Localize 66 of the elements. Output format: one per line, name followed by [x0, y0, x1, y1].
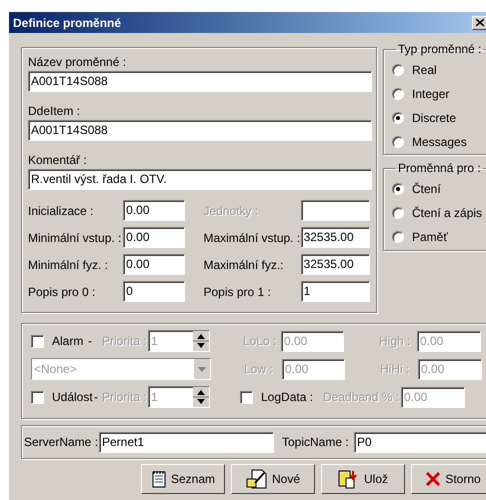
field-label: LoLo :: [243, 333, 278, 350]
radio-label: Messages: [412, 134, 467, 151]
radio-label: Real: [412, 62, 437, 79]
window-title: Definice proměnné: [13, 14, 122, 32]
checkbox[interactable]: [31, 334, 44, 348]
dash-text: -: [88, 333, 93, 350]
text-field[interactable]: 32535.00: [300, 227, 370, 248]
toolbar-button[interactable]: Seznam: [141, 464, 225, 494]
text-field[interactable]: A001T14S088: [28, 71, 372, 92]
radio-label: Čtení: [412, 181, 441, 198]
text-field[interactable]: 0.00: [123, 200, 185, 221]
radio-label: Čtení a zápis: [412, 205, 482, 222]
field-label: Popis pro 1 :: [203, 284, 272, 300]
radio-label: Discrete: [412, 110, 456, 127]
radio-label: Integer: [412, 86, 450, 103]
field-label: Minimální fyz. :: [28, 256, 110, 274]
field-label: DdeItem :: [28, 103, 82, 120]
toolbar-button[interactable]: Nové: [231, 464, 315, 494]
radio-button[interactable]: [392, 183, 404, 195]
field-label: High :: [379, 333, 412, 350]
field-label: Minimální vstup. :: [28, 230, 122, 246]
field-label: ServerName :: [24, 434, 99, 451]
radio-button[interactable]: [392, 136, 404, 148]
field-label: Maximální fyz.:: [203, 256, 284, 274]
field-label: Popis pro 0 :: [28, 284, 96, 300]
toolbar-button[interactable]: Ulož: [321, 464, 405, 494]
field-label: Komentář :: [28, 152, 88, 169]
checkbox[interactable]: [240, 390, 253, 404]
text-field[interactable]: Pernet1: [99, 432, 274, 452]
text-field[interactable]: 0.00: [123, 254, 185, 275]
document-pen-icon: [246, 469, 268, 489]
field-label: Název proměnné :: [28, 54, 128, 71]
group-title: Typ proměnné :: [397, 41, 482, 58]
field-label: TopicName :: [282, 434, 350, 451]
radio-button[interactable]: [392, 231, 404, 243]
text-field[interactable]: 32535.00: [300, 254, 370, 275]
radio-button[interactable]: [392, 112, 404, 124]
radio-label: Paměť: [412, 229, 448, 246]
text-field[interactable]: R.ventil výst. řada I. OTV.: [28, 169, 372, 190]
text-field[interactable]: 1: [300, 281, 370, 302]
field-label: Jednotky :: [203, 202, 260, 220]
field-label: Maximální vstup. :: [203, 230, 301, 246]
x-icon: [425, 471, 442, 487]
field-label: Inicializace :: [28, 202, 94, 220]
group-title: Proměnná pro :: [397, 160, 482, 177]
radio-button[interactable]: [392, 207, 404, 219]
checkbox-label: LogData :: [261, 389, 314, 406]
text-field[interactable]: P0: [354, 432, 486, 452]
close-icon: [476, 19, 484, 26]
field-label: Priorita :: [102, 333, 148, 350]
radio-button[interactable]: [392, 88, 404, 100]
dash-text: -: [94, 389, 99, 406]
notepad-icon: [150, 470, 167, 488]
text-field[interactable]: A001T14S088: [28, 120, 372, 141]
close-button[interactable]: [472, 16, 486, 30]
toolbar-button[interactable]: Storno: [411, 464, 486, 494]
checkbox-label: Alarm: [52, 333, 84, 350]
field-label: Priorita :: [102, 389, 148, 406]
checkbox[interactable]: [31, 390, 44, 404]
field-label: Low :: [244, 361, 274, 378]
checkbox-label: Událost: [52, 389, 94, 406]
text-field[interactable]: 0.00: [123, 227, 185, 248]
radio-button[interactable]: [392, 64, 404, 76]
field-label: Deadband % :: [323, 389, 400, 406]
field-label: HiHi :: [380, 361, 410, 378]
text-field[interactable]: 0: [123, 281, 185, 302]
